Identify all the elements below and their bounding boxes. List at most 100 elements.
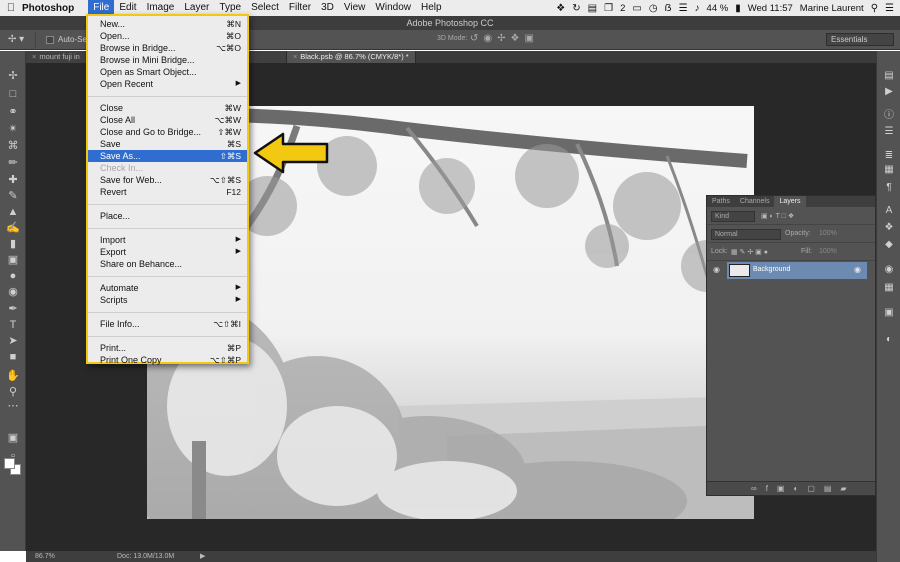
dodge-tool-icon[interactable]: ◉ bbox=[5, 285, 21, 299]
filter-kind-select[interactable]: Kind bbox=[711, 211, 755, 222]
quick-select-tool-icon[interactable]: ✴ bbox=[5, 122, 21, 136]
fill-field[interactable]: 100% bbox=[819, 248, 837, 255]
apple-icon[interactable]:  bbox=[0, 2, 22, 14]
menu-view[interactable]: View bbox=[339, 0, 371, 16]
menu-item-browse-in-bridge[interactable]: Browse in Bridge... ⌥⌘O bbox=[88, 42, 247, 54]
actions-icon[interactable]: ▶ bbox=[882, 85, 896, 99]
zoom-level[interactable]: 86.7% bbox=[35, 551, 55, 562]
tab-channels[interactable]: Channels bbox=[735, 196, 775, 207]
layers-icon[interactable]: ◆ bbox=[882, 238, 896, 252]
zoom-tool-icon[interactable]: ⚲ bbox=[5, 385, 21, 399]
menu-item-open-as-smart-object[interactable]: Open as Smart Object... bbox=[88, 66, 247, 78]
copy-icon[interactable]: ❐ bbox=[604, 3, 613, 14]
menu-item-print-one-copy[interactable]: Print One Copy ⌥⇧⌘P bbox=[88, 354, 247, 366]
lock-icons[interactable]: ▦ ✎ ✢ ▣ ● bbox=[731, 248, 768, 256]
3d-tools-icon[interactable]: ↺◉✢❖▣ bbox=[470, 33, 539, 44]
status-menu-icon[interactable]: ▶ bbox=[200, 551, 205, 562]
healing-tool-icon[interactable]: ✚ bbox=[5, 173, 21, 187]
opacity-field[interactable]: 100% bbox=[819, 230, 837, 237]
bluetooth-icon[interactable]: ẞ bbox=[665, 3, 672, 14]
clock-icon[interactable]: ◷ bbox=[649, 3, 658, 14]
edit-toolbar-icon[interactable]: ⋯ bbox=[5, 399, 21, 413]
wifi-icon[interactable]: ☰ bbox=[679, 3, 688, 14]
menu-item-close-all[interactable]: Close All ⌥⌘W bbox=[88, 114, 247, 126]
history-brush-tool-icon[interactable]: ✍ bbox=[5, 221, 21, 235]
menu-item-save-for-web[interactable]: Save for Web... ⌥⇧⌘S bbox=[88, 174, 247, 186]
foreground-color-swatch[interactable] bbox=[4, 458, 15, 469]
type-tool-icon[interactable]: T bbox=[5, 318, 21, 332]
menu-item-export[interactable]: Export ▶ bbox=[88, 246, 247, 258]
menu-item-open-recent[interactable]: Open Recent ▶ bbox=[88, 78, 247, 90]
visibility-eye-icon[interactable]: ◉ bbox=[713, 265, 720, 274]
clock[interactable]: Wed 11:57 bbox=[748, 3, 793, 14]
menu-item-save-as[interactable]: Save As... ⇧⌘S bbox=[88, 150, 247, 162]
tab-mount-fuji[interactable]: × mount fuji in bbox=[26, 51, 87, 63]
menu-item-file-info[interactable]: File Info... ⌥⇧⌘I bbox=[88, 318, 247, 330]
lasso-tool-icon[interactable]: ⚭ bbox=[5, 105, 21, 119]
list-icon[interactable]: ☰ bbox=[885, 3, 894, 14]
sync-icon[interactable]: ↻ bbox=[572, 3, 580, 14]
menu-item-open[interactable]: Open... ⌘O bbox=[88, 30, 247, 42]
menu-item-save[interactable]: Save ⌘S bbox=[88, 138, 247, 150]
quick-mask-icon[interactable]: ▣ bbox=[5, 431, 21, 445]
airplay-icon[interactable]: ▭ bbox=[632, 3, 641, 14]
panel-bottom-icons[interactable]: ∞f▣◐▢▤▰ bbox=[707, 481, 875, 495]
menu-help[interactable]: Help bbox=[416, 0, 447, 16]
menu-3d[interactable]: 3D bbox=[316, 0, 339, 16]
close-tab-icon[interactable]: × bbox=[32, 52, 36, 61]
color-icon[interactable]: ◐ bbox=[882, 333, 896, 347]
move-tool-preset[interactable]: ✢ ▾ bbox=[8, 31, 36, 48]
workspace-select[interactable]: Essentials bbox=[826, 33, 894, 46]
stamp-tool-icon[interactable]: ▲ bbox=[5, 205, 21, 219]
blur-tool-icon[interactable]: ● bbox=[5, 269, 21, 283]
character-icon[interactable]: A bbox=[882, 204, 896, 218]
search-icon[interactable]: ⚲ bbox=[871, 3, 878, 14]
menu-item-automate[interactable]: Automate ▶ bbox=[88, 282, 247, 294]
dropbox-icon[interactable]: ❖ bbox=[556, 3, 565, 14]
menu-select[interactable]: Select bbox=[246, 0, 284, 16]
tab-paths[interactable]: Paths bbox=[707, 196, 735, 207]
menu-item-scripts[interactable]: Scripts ▶ bbox=[88, 294, 247, 306]
tab-layers[interactable]: Layers bbox=[774, 196, 806, 207]
app-name-menu[interactable]: Photoshop bbox=[22, 3, 74, 14]
menu-item-browse-in-mini-bridge[interactable]: Browse in Mini Bridge... bbox=[88, 54, 247, 66]
filter-icons[interactable]: ▣ ◐ T □ ❖ bbox=[761, 212, 794, 220]
eraser-tool-icon[interactable]: ▮ bbox=[5, 237, 21, 251]
blend-mode-select[interactable]: Normal bbox=[711, 229, 781, 240]
brush-presets-icon[interactable]: ≣ bbox=[882, 149, 896, 163]
properties-icon[interactable]: ☰ bbox=[882, 125, 896, 139]
menu-item-close-and-go-to-bridge[interactable]: Close and Go to Bridge... ⇧⌘W bbox=[88, 126, 247, 138]
crop-tool-icon[interactable]: ⌘ bbox=[5, 139, 21, 153]
layer-background[interactable]: Background ◉ bbox=[727, 262, 867, 279]
info-icon[interactable]: ⓘ bbox=[882, 109, 896, 123]
pen-tool-icon[interactable]: ✒ bbox=[5, 302, 21, 316]
clipboard-icon[interactable]: ▤ bbox=[588, 3, 597, 14]
adjustments-icon[interactable]: ❖ bbox=[882, 221, 896, 235]
menu-item-print[interactable]: Print... ⌘P bbox=[88, 342, 247, 354]
battery-percent[interactable]: 44 % bbox=[707, 3, 729, 14]
menu-item-close[interactable]: Close ⌘W bbox=[88, 102, 247, 114]
brush-tool-icon[interactable]: ✎ bbox=[5, 189, 21, 203]
styles-icon[interactable]: ◉ bbox=[882, 263, 896, 277]
brush-panel-icon[interactable]: ▦ bbox=[882, 163, 896, 177]
menu-item-share-on-behance[interactable]: Share on Behance... bbox=[88, 258, 247, 270]
shape-tool-icon[interactable]: ■ bbox=[5, 350, 21, 364]
user-name[interactable]: Marine Laurent bbox=[800, 3, 864, 14]
menu-filter[interactable]: Filter bbox=[284, 0, 316, 16]
menu-window[interactable]: Window bbox=[370, 0, 416, 16]
navigator-icon[interactable]: ▣ bbox=[882, 306, 896, 320]
gradient-tool-icon[interactable]: ▣ bbox=[5, 253, 21, 267]
lock-icon[interactable]: ◉ bbox=[854, 265, 861, 274]
swatches-icon[interactable]: ▦ bbox=[882, 281, 896, 295]
marquee-tool-icon[interactable]: □ bbox=[5, 87, 21, 101]
history-icon[interactable]: ▤ bbox=[882, 69, 896, 83]
menu-item-new[interactable]: New... ⌘N bbox=[88, 18, 247, 30]
layer-name[interactable]: Background bbox=[753, 266, 790, 273]
tab-black-psb[interactable]: × Black.psb @ 86.7% (CMYK/8*) * bbox=[286, 51, 416, 63]
volume-icon[interactable]: ♪ bbox=[695, 3, 700, 14]
menu-item-revert[interactable]: Revert F12 bbox=[88, 186, 247, 198]
path-select-tool-icon[interactable]: ➤ bbox=[5, 334, 21, 348]
auto-select-checkbox[interactable] bbox=[46, 35, 54, 44]
paragraph-icon[interactable]: ¶ bbox=[882, 181, 896, 195]
close-tab-icon[interactable]: × bbox=[293, 52, 297, 61]
